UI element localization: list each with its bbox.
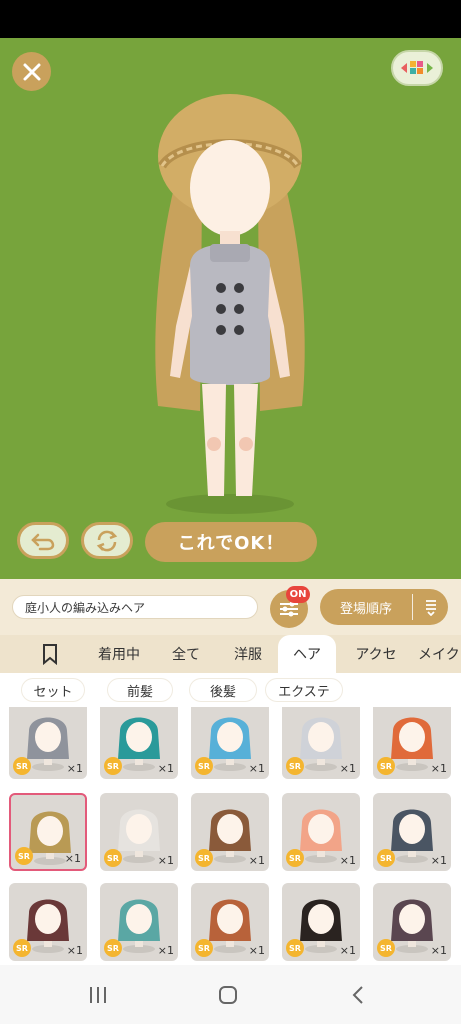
- hair-item-card[interactable]: SR ×1: [282, 883, 360, 961]
- rarity-badge: SR: [286, 939, 304, 957]
- tab-makeup[interactable]: メイク: [418, 635, 461, 673]
- item-count: ×1: [430, 762, 447, 775]
- tab-wearing[interactable]: 着用中: [86, 635, 152, 673]
- item-grid: SR ×1 SR ×1 SR ×1 SR ×1 SR ×1 SR ×1 SR ×1 SR ×1 SR ×1 SR ×1…: [0, 707, 461, 965]
- item-count: ×1: [248, 944, 265, 957]
- rarity-badge: SR: [104, 757, 122, 775]
- tab-clothes[interactable]: 洋服: [222, 635, 274, 673]
- subtab-bangs[interactable]: 前髪: [108, 679, 172, 701]
- tab-all[interactable]: 全て: [160, 635, 212, 673]
- layout-toggle-button[interactable]: [391, 50, 443, 86]
- item-count: ×1: [248, 762, 265, 775]
- rotate-icon: [96, 530, 118, 551]
- hair-item-card[interactable]: SR ×1: [100, 883, 178, 961]
- undo-icon: [31, 533, 55, 550]
- back-button[interactable]: [344, 981, 372, 1009]
- filter-on-badge: ON: [286, 586, 310, 603]
- hair-item-card[interactable]: SR ×1: [9, 707, 87, 779]
- item-count: ×1: [157, 762, 174, 775]
- hair-item-card[interactable]: SR ×1: [373, 707, 451, 779]
- rarity-badge: SR: [195, 939, 213, 957]
- hair-item-card[interactable]: SR ×1: [191, 707, 269, 779]
- rarity-badge: SR: [195, 849, 213, 867]
- layout-toggle-icon: [401, 61, 433, 74]
- item-count: ×1: [157, 854, 174, 867]
- hair-item-card[interactable]: SR ×1: [100, 707, 178, 779]
- avatar-stage: これでOK！: [0, 38, 461, 579]
- sort-direction-toggle[interactable]: [413, 598, 448, 616]
- item-count: ×1: [339, 762, 356, 775]
- rarity-badge: SR: [195, 757, 213, 775]
- rarity-badge: SR: [377, 757, 395, 775]
- subtab-back-hair[interactable]: 後髪: [190, 679, 256, 701]
- rotate-button[interactable]: [81, 522, 133, 559]
- close-button[interactable]: [12, 52, 51, 91]
- tab-accessories[interactable]: アクセ: [346, 635, 406, 673]
- item-count: ×1: [339, 944, 356, 957]
- item-count: ×1: [66, 944, 83, 957]
- subtab-set[interactable]: セット: [22, 679, 84, 701]
- hair-item-card[interactable]: SR ×1: [373, 883, 451, 961]
- undo-button[interactable]: [17, 522, 69, 559]
- hair-item-card[interactable]: SR ×1: [100, 793, 178, 871]
- recents-button[interactable]: [84, 981, 112, 1009]
- sort-divider: [412, 594, 413, 620]
- bookmark-icon: [43, 644, 57, 665]
- item-count: ×1: [430, 854, 447, 867]
- rarity-badge: SR: [13, 939, 31, 957]
- item-count: ×1: [248, 854, 265, 867]
- confirm-ok-button[interactable]: これでOK！: [145, 522, 317, 562]
- hair-item-card[interactable]: SR ×1: [191, 883, 269, 961]
- tab-hair[interactable]: ヘア: [278, 635, 336, 673]
- rarity-badge: SR: [377, 849, 395, 867]
- avatar-figure: [155, 94, 305, 514]
- item-name-field[interactable]: 庭小人の編み込みヘア: [12, 595, 258, 619]
- item-count: ×1: [430, 944, 447, 957]
- hair-item-card[interactable]: SR ×1: [282, 793, 360, 871]
- item-count: ×1: [66, 762, 83, 775]
- rarity-badge: SR: [377, 939, 395, 957]
- item-control-bar: 庭小人の編み込みヘア ON 登場順序: [0, 579, 461, 635]
- hair-item-card[interactable]: SR ×1: [373, 793, 451, 871]
- sort-icon: [425, 600, 436, 616]
- hair-item-card[interactable]: SR ×1: [9, 793, 87, 871]
- hair-item-card[interactable]: SR ×1: [9, 883, 87, 961]
- hair-item-card[interactable]: SR ×1: [191, 793, 269, 871]
- rarity-badge: SR: [15, 847, 33, 865]
- item-count: ×1: [339, 854, 356, 867]
- rarity-badge: SR: [286, 757, 304, 775]
- recents-icon: [90, 987, 106, 1003]
- sort-order-label: 登場順序: [339, 601, 392, 617]
- hair-item-card[interactable]: SR ×1: [282, 707, 360, 779]
- home-button[interactable]: [214, 981, 242, 1009]
- subtab-extensions[interactable]: エクステ: [266, 679, 342, 701]
- close-icon: [23, 63, 40, 80]
- system-nav-bar: [0, 965, 461, 1024]
- sort-order-button[interactable]: 登場順序: [320, 589, 448, 625]
- category-tabs: 着用中 全て 洋服 ヘア アクセ メイク: [0, 635, 461, 673]
- back-icon: [352, 986, 363, 1004]
- hair-subtabs: セット 前髪 後髪 エクステ: [0, 673, 461, 707]
- rarity-badge: SR: [286, 849, 304, 867]
- rarity-badge: SR: [104, 939, 122, 957]
- rarity-badge: SR: [104, 849, 122, 867]
- item-count: ×1: [64, 852, 81, 865]
- status-bar: [0, 0, 461, 38]
- home-icon: [219, 986, 237, 1004]
- rarity-badge: SR: [13, 757, 31, 775]
- tab-bookmark[interactable]: [28, 635, 72, 673]
- item-count: ×1: [157, 944, 174, 957]
